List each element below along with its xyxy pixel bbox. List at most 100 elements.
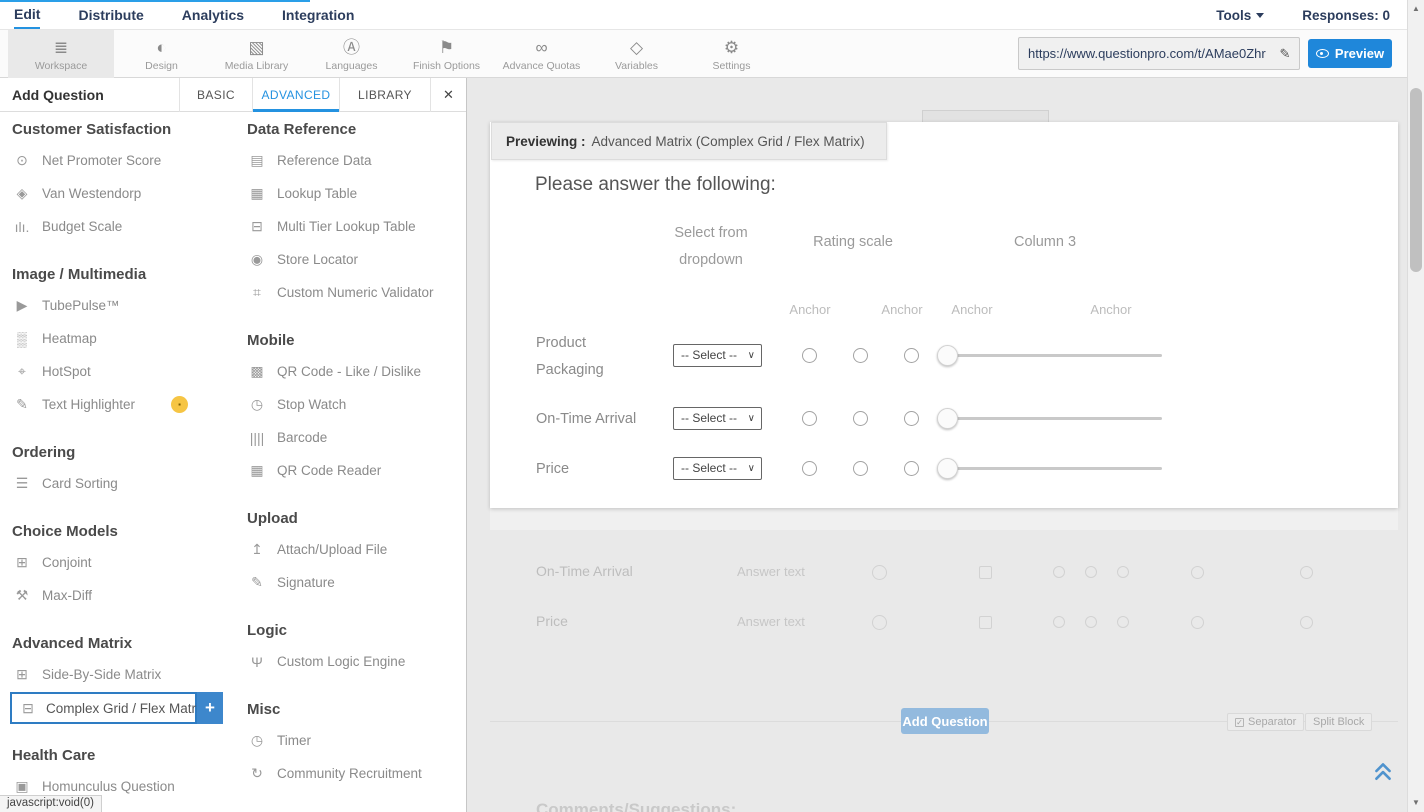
sidebar-item-tubepulse[interactable]: ▶TubePulse™ — [12, 289, 235, 322]
separator-toggle[interactable]: ✓ Separator — [1227, 713, 1304, 731]
tools-menu[interactable]: Tools — [1216, 8, 1264, 23]
sidebar-item-heatmap[interactable]: ▒Heatmap — [12, 322, 235, 355]
sidebar-item-timer[interactable]: ◷Timer — [247, 724, 467, 757]
sidebar-item-label: Complex Grid / Flex Matrix — [46, 701, 206, 716]
dimmed-radio — [1085, 616, 1097, 628]
page-scrollbar[interactable]: ▲ ▼ — [1407, 0, 1424, 812]
nav-item-distribute[interactable]: Distribute — [78, 2, 143, 28]
sidebar-item-attach-upload-file[interactable]: ↥Attach/Upload File — [247, 533, 467, 566]
previewing-label: Previewing : — [506, 134, 586, 149]
sidebar-item-label: QR Code Reader — [277, 463, 381, 478]
sidebar-item-multi-tier-lookup-table[interactable]: ⊟Multi Tier Lookup Table — [247, 210, 467, 243]
matrix-radio[interactable] — [802, 461, 817, 476]
toolbar-item-finish-options[interactable]: ⚑Finish Options — [399, 30, 494, 78]
nav-item-analytics[interactable]: Analytics — [182, 2, 244, 28]
anchor-label: Anchor — [881, 302, 922, 317]
toolbar-item-label: Settings — [713, 60, 751, 72]
toolbar-item-variables[interactable]: ◇Variables — [589, 30, 684, 78]
sidebar-item-lookup-table[interactable]: ▦Lookup Table — [247, 177, 467, 210]
sidebar-item-complex-grid-flex-matrix[interactable]: ⊟Complex Grid / Flex Matrix — [10, 692, 197, 724]
reference-data-icon: ▤ — [247, 152, 267, 169]
dimmed-answer-text: Answer text — [737, 564, 805, 579]
question-tabs: BASICADVANCEDLIBRARY✕ — [179, 78, 466, 112]
scrollbar-down-icon[interactable]: ▼ — [1408, 795, 1424, 811]
scrollbar-up-icon[interactable]: ▲ — [1408, 1, 1424, 17]
sidebar-item-label: Custom Numeric Validator — [277, 285, 434, 300]
sidebar-item-hotspot[interactable]: ⌖HotSpot — [12, 355, 235, 388]
sidebar-item-qr-code-like-dislike[interactable]: ▩QR Code - Like / Dislike — [247, 355, 467, 388]
matrix-slider-handle[interactable] — [937, 408, 958, 429]
sidebar-item-community-recruitment[interactable]: ↻ Community Recruitment — [247, 757, 467, 790]
pencil-icon[interactable]: ✎ — [1271, 46, 1299, 62]
matrix-select-dropdown[interactable]: -- Select -- — [673, 407, 762, 430]
matrix-select-dropdown[interactable]: -- Select -- — [673, 457, 762, 480]
matrix-radio[interactable] — [904, 348, 919, 363]
close-panel-button[interactable]: ✕ — [430, 78, 466, 112]
sidebar-item-reference-data[interactable]: ▤Reference Data — [247, 144, 467, 177]
gear-icon: ⚙ — [724, 37, 739, 59]
price-tag-icon: ◈ — [12, 185, 32, 202]
matrix-select-dropdown[interactable]: -- Select -- — [673, 344, 762, 367]
scroll-to-top-icon[interactable] — [1372, 760, 1394, 787]
sidebar-item-max-diff[interactable]: ⚒Max-Diff — [12, 579, 235, 612]
matrix-slider-handle[interactable] — [937, 345, 958, 366]
logic-branch-icon: Ψ — [247, 654, 267, 670]
matrix-radio[interactable] — [853, 461, 868, 476]
toolbar-item-advance-quotas[interactable]: ∞Advance Quotas — [494, 30, 589, 78]
bar-scale-icon: ılı. — [12, 219, 32, 235]
sidebar-item-custom-numeric-validator[interactable]: ⌗Custom Numeric Validator — [247, 276, 467, 309]
matrix-radio[interactable] — [904, 411, 919, 426]
sidebar-item-label: Conjoint — [42, 555, 92, 570]
sidebar-item-stop-watch[interactable]: ◷Stop Watch — [247, 388, 467, 421]
toolbar-item-settings[interactable]: ⚙Settings — [684, 30, 779, 78]
preview-button[interactable]: Preview — [1308, 39, 1392, 68]
responses-counter[interactable]: Responses: 0 — [1302, 8, 1390, 23]
sidebar-item-text-highlighter[interactable]: ✎Text Highlighter▪ — [12, 388, 235, 421]
matrix-radio[interactable] — [853, 411, 868, 426]
toolbar-item-workspace[interactable]: ≣Workspace — [8, 30, 114, 78]
sidebar-item-signature[interactable]: ✎Signature — [247, 566, 467, 599]
split-block-button[interactable]: Split Block — [1305, 713, 1372, 731]
sidebar-item-conjoint[interactable]: ⊞Conjoint — [12, 546, 235, 579]
sidebar-item-qr-code-reader[interactable]: ▦QR Code Reader — [247, 454, 467, 487]
matrix-slider-track — [938, 417, 1162, 420]
tab-basic[interactable]: BASIC — [179, 78, 252, 112]
sidebar-item-store-locator[interactable]: ◉Store Locator — [247, 243, 467, 276]
background-tab — [922, 110, 1049, 122]
sidebar-item-net-promoter-score[interactable]: ⊙Net Promoter Score — [12, 144, 235, 177]
sidebar-item-card-sorting[interactable]: ☰Card Sorting — [12, 467, 235, 500]
qr-like-icon: ▩ — [247, 363, 267, 380]
matrix-radio[interactable] — [802, 411, 817, 426]
toolbar-item-languages[interactable]: ⒶLanguages — [304, 30, 399, 78]
add-selected-question-button[interactable]: + — [197, 692, 223, 724]
sidebar-item-van-westendorp[interactable]: ◈Van Westendorp — [12, 177, 235, 210]
toolbar-item-design[interactable]: ◐Design — [114, 30, 209, 78]
toolbar-item-media-library[interactable]: ▧Media Library — [209, 30, 304, 78]
sidebar-item-custom-logic-engine[interactable]: ΨCustom Logic Engine — [247, 645, 467, 678]
sidebar-item-barcode[interactable]: ||||Barcode — [247, 421, 467, 454]
nav-item-integration[interactable]: Integration — [282, 2, 354, 28]
tab-advanced[interactable]: ADVANCED — [252, 78, 339, 112]
media-image-icon: ▧ — [248, 37, 264, 59]
matrix-radio[interactable] — [802, 348, 817, 363]
matrix-radio[interactable] — [853, 348, 868, 363]
add-question-button[interactable]: Add Question — [901, 708, 989, 734]
map-pin-icon: ◉ — [247, 251, 267, 268]
sidebar-item-side-by-side-matrix[interactable]: ⊞Side-By-Side Matrix — [12, 658, 235, 691]
sidebar-item-budget-scale[interactable]: ılı.Budget Scale — [12, 210, 235, 243]
sidebar-item-label: Community Recruitment — [277, 766, 422, 781]
add-question-panel: Add Question BASICADVANCEDLIBRARY✕ Custo… — [0, 78, 467, 812]
tab-library[interactable]: LIBRARY — [339, 78, 430, 112]
side-by-side-matrix-icon: ⊞ — [12, 666, 32, 683]
dimmed-radio — [1085, 566, 1097, 578]
workspace-icon: ≣ — [54, 37, 68, 59]
matrix-radio[interactable] — [904, 461, 919, 476]
upload-icon: ↥ — [247, 541, 267, 558]
section-title: Advanced Matrix — [12, 634, 235, 654]
matrix-slider-handle[interactable] — [937, 458, 958, 479]
scrollbar-thumb[interactable] — [1410, 88, 1422, 272]
nav-item-edit[interactable]: Edit — [14, 1, 40, 29]
community-icon: ↻ — [247, 765, 267, 782]
survey-url-field[interactable]: https://www.questionpro.com/t/AMae0Zhr ✎ — [1018, 37, 1300, 70]
question-section: Misc◷Timer↻Community Recruitment — [235, 700, 467, 790]
